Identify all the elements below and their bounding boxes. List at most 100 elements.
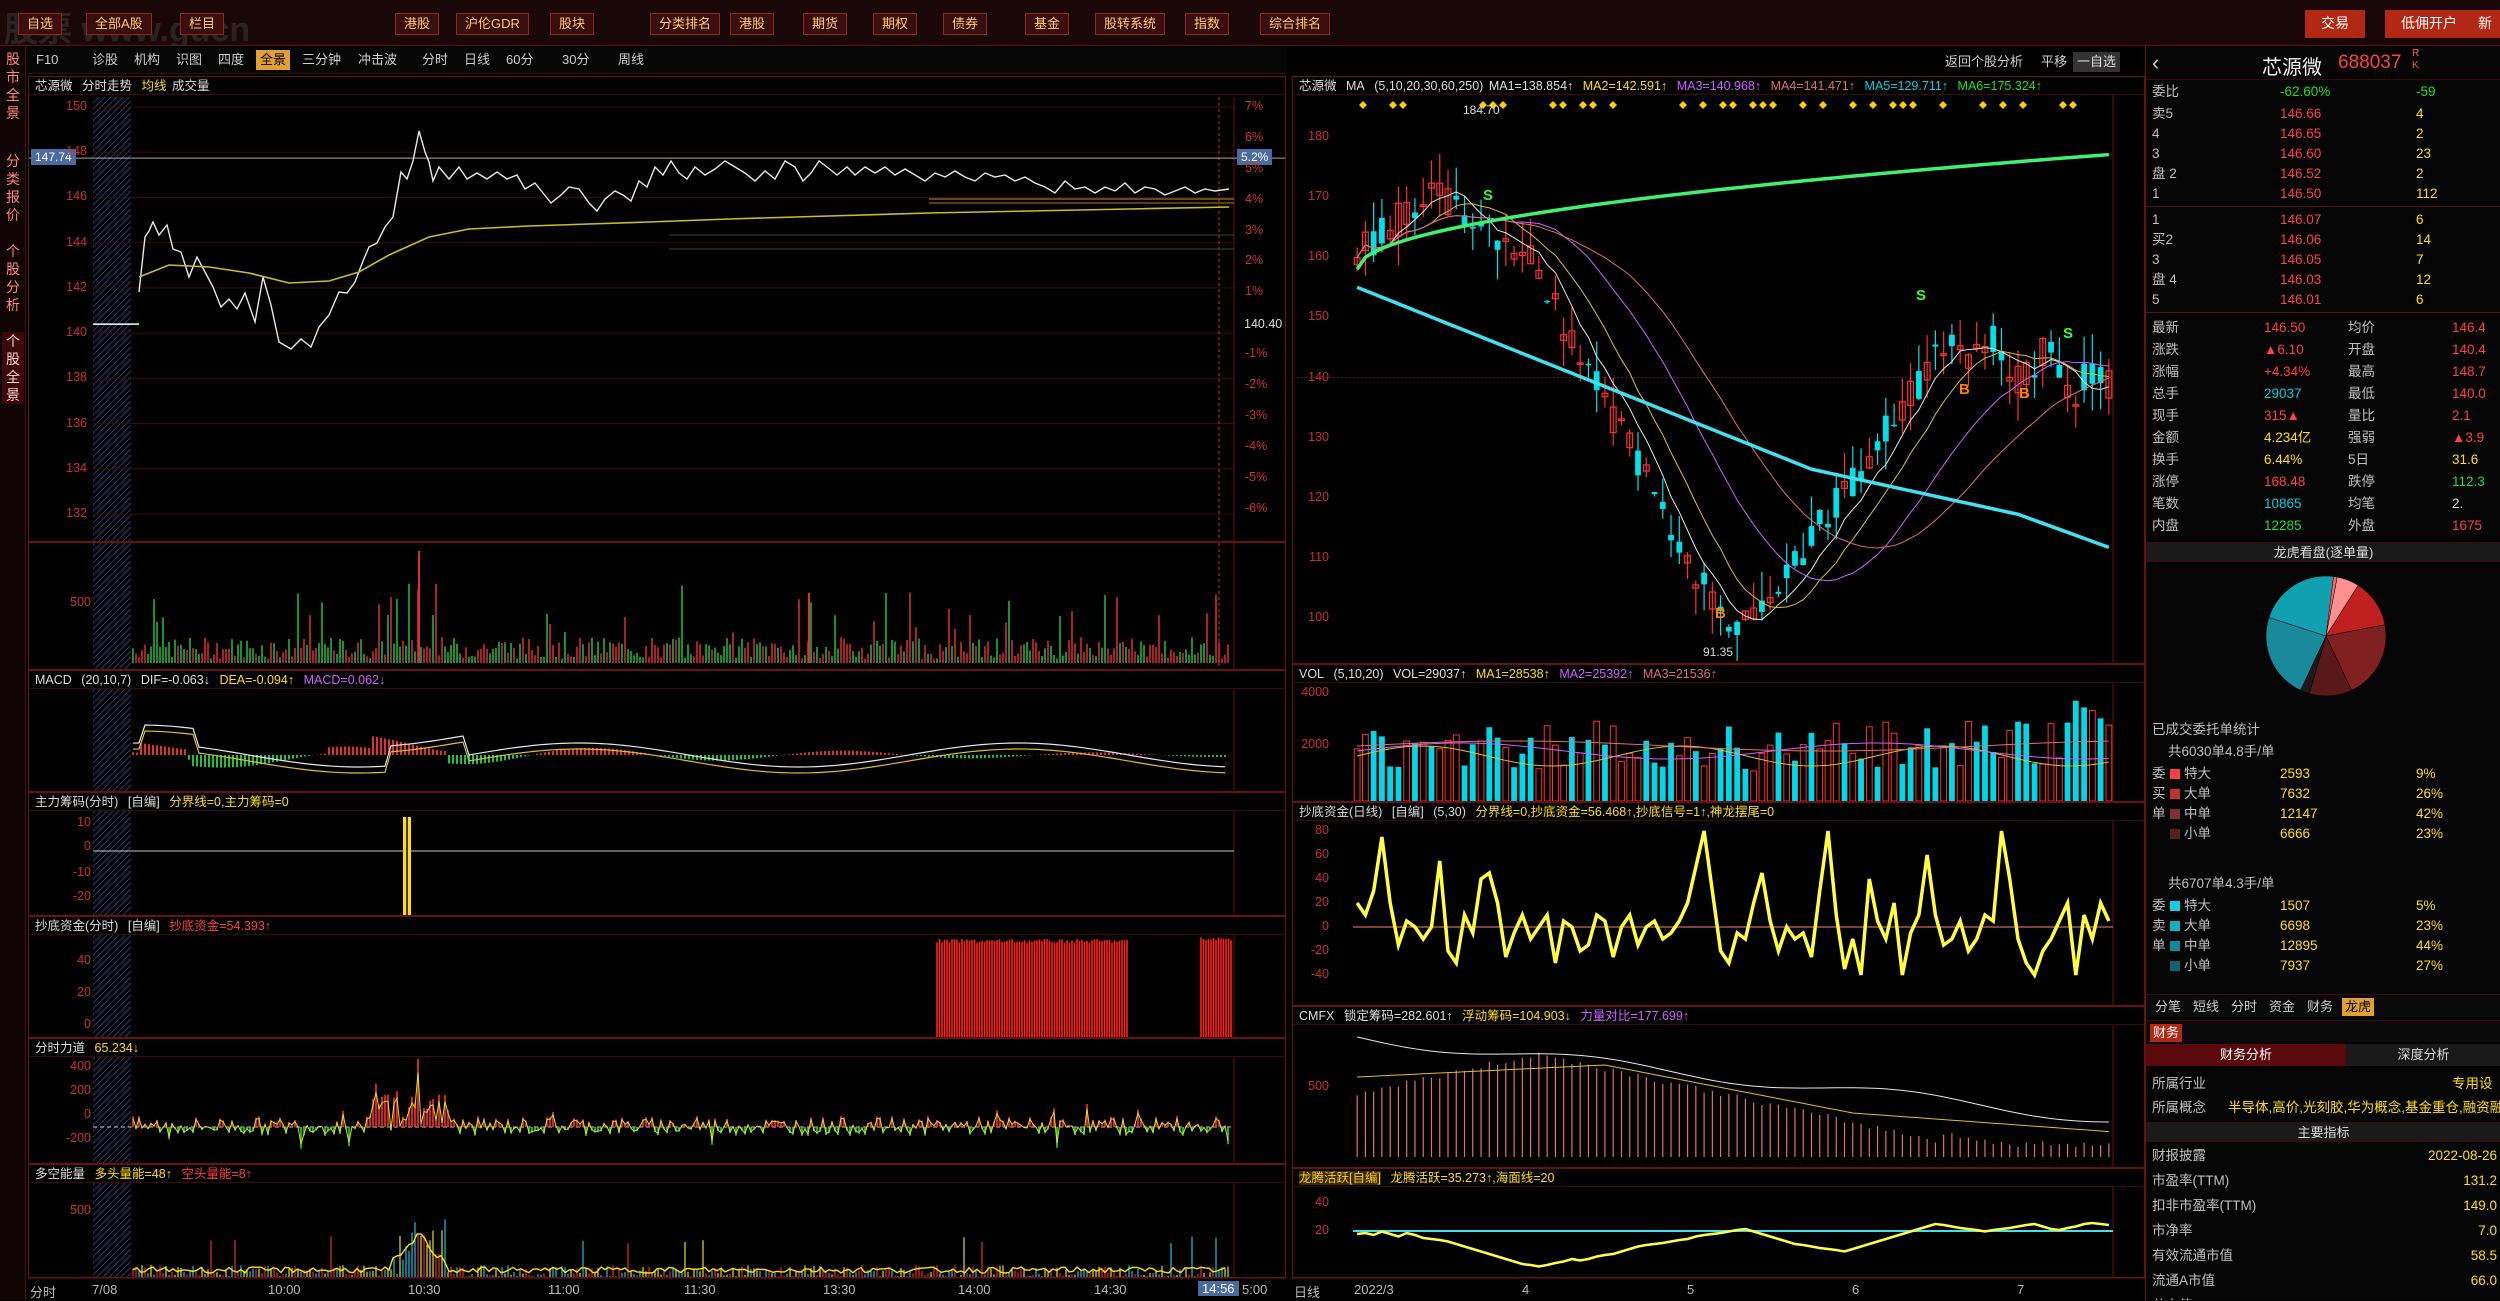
sell-level-row: 4 146.65 2 — [2152, 124, 2497, 144]
subbar-item[interactable]: F10 — [32, 50, 62, 70]
order-divider — [2146, 206, 2500, 207]
sell-level-label: 3 — [2152, 146, 2160, 161]
topbar-button[interactable]: 港股 — [730, 13, 775, 35]
subbar-item[interactable]: 全景 — [256, 50, 291, 70]
dknl-chart[interactable] — [29, 1165, 1286, 1278]
buy-mark: B — [1959, 381, 1970, 398]
subbar-item[interactable]: 30分 — [558, 50, 593, 70]
subbar-item[interactable]: 识图 — [172, 50, 206, 70]
pct-tick: -2% — [1245, 377, 1268, 392]
kline-mode-label[interactable]: 日线 — [1294, 1282, 1320, 1301]
kline-price-tick: 140 — [1308, 369, 1329, 384]
legend-swatch — [2170, 789, 2180, 799]
tab-stock-overview[interactable]: 个股全景 — [2, 332, 24, 404]
quote-tab[interactable]: 分笔 — [2152, 998, 2184, 1016]
order-stat-row: 委 特大 1507 5% — [2152, 896, 2497, 916]
left-tab-strip: 股市全景 分类报价 个股分析 个股全景 — [0, 46, 26, 1300]
order-count: 12147 — [2280, 806, 2318, 821]
back-icon[interactable]: ‹ — [2152, 50, 2159, 76]
buy-mark: B — [2019, 385, 2030, 402]
intraday-volume-chart[interactable] — [29, 543, 1286, 670]
subbar-item[interactable]: 分时 — [418, 50, 452, 70]
lths-tick: 20 — [1315, 1223, 1329, 1237]
fin-analysis-tab[interactable]: 财务分析 — [2146, 1044, 2346, 1066]
stat-row: 现手 315▲ 量比 2.1 — [2152, 406, 2497, 426]
subbar-item[interactable]: 诊股 — [88, 50, 122, 70]
dknl-panel: 多空能量 多头量能=48↑ 空头量能=8↑ 500 — [28, 1164, 1286, 1278]
tab-market-overview[interactable]: 股市全景 — [2, 50, 24, 122]
intraday-cdzj-chart[interactable] — [29, 917, 1286, 1038]
quote-title-bar: ‹ 芯源微 688037 R K — [2146, 46, 2500, 80]
topbar-button[interactable]: 期货 — [803, 13, 848, 35]
order-side-label: 买 — [2152, 786, 2166, 801]
topbar-button[interactable]: 股块 — [550, 13, 595, 35]
subbar-item[interactable]: 机构 — [130, 50, 164, 70]
kline-low-label: 91.35 — [1703, 645, 1734, 659]
order-side-label: 委 — [2152, 898, 2166, 913]
kcdzj-tick: 80 — [1315, 823, 1329, 837]
subbar-item[interactable]: 三分钟 — [298, 50, 345, 70]
extra-button[interactable]: 新 — [2470, 10, 2500, 38]
buy-level-row: 1 146.07 6 — [2152, 210, 2497, 230]
topbar-button[interactable]: 全部A股 — [86, 13, 152, 35]
price-tick: 138 — [66, 370, 87, 385]
watchlist-select[interactable]: 一自选 — [2073, 52, 2121, 72]
topbar-button[interactable]: 基金 — [1025, 13, 1070, 35]
kline-vol-panel: VOL (5,10,20) VOL=29037↑ MA1=28538↑ MA2=… — [1292, 664, 2145, 802]
topbar-button[interactable]: 分类排名 — [650, 13, 721, 35]
topbar-button[interactable]: 自选 — [18, 13, 63, 35]
macd-chart[interactable] — [29, 671, 1286, 792]
stat-value: 12285 — [2264, 518, 2302, 533]
deep-analysis-tab[interactable]: 深度分析 — [2346, 1044, 2500, 1066]
topbar-button[interactable]: 债券 — [943, 13, 988, 35]
topbar-button[interactable]: 股转系统 — [1095, 13, 1166, 35]
lths-chart[interactable] — [1293, 1169, 2145, 1278]
trade-button[interactable]: 交易 — [2305, 10, 2365, 38]
stat-value: 2. — [2452, 496, 2464, 511]
quote-tab[interactable]: 龙虎 — [2342, 998, 2375, 1016]
pan-button[interactable]: 平移 — [2037, 52, 2071, 72]
subbar-item[interactable]: 日线 — [460, 50, 494, 70]
stat-label: 外盘 — [2348, 518, 2375, 533]
zljm-chart[interactable] — [29, 793, 1286, 916]
topbar-button[interactable]: 期权 — [873, 13, 918, 35]
kline-cdzj-chart[interactable] — [1293, 803, 2145, 1006]
quote-tab[interactable]: 短线 — [2190, 998, 2222, 1016]
back-to-analysis-button[interactable]: 返回个股分析 — [1941, 52, 2027, 72]
subbar-item[interactable]: 冲击波 — [354, 50, 401, 70]
topbar-button[interactable]: 栏目 — [180, 13, 225, 35]
quote-tab[interactable]: 资金 — [2266, 998, 2298, 1016]
kline-vol-chart[interactable] — [1293, 665, 2145, 802]
intraday-mode-label[interactable]: 分时 — [30, 1282, 56, 1301]
tab-stock-analysis[interactable]: 个股分析 — [2, 242, 24, 314]
order-stat-row: 单 中单 12147 42% — [2152, 804, 2497, 824]
order-type: 中单 — [2184, 806, 2211, 821]
tab-category-quotes[interactable]: 分类报价 — [2, 152, 24, 224]
fsld-chart[interactable] — [29, 1039, 1286, 1164]
stat-label: 内盘 — [2152, 518, 2179, 533]
topbar-button[interactable]: 指数 — [1185, 13, 1230, 35]
topbar-button[interactable]: 综合排名 — [1260, 13, 1331, 35]
kcdzj-tick: -20 — [1310, 943, 1329, 957]
quote-tab[interactable]: 财务 — [2304, 998, 2336, 1016]
time-label: 10:30 — [408, 1282, 441, 1297]
open-account-button[interactable]: 低佣开户 — [2385, 10, 2473, 38]
topbar-button[interactable]: 港股 — [395, 13, 440, 35]
order-stat-row: 单 中单 12895 44% — [2152, 936, 2497, 956]
date-label: 5 — [1687, 1282, 1695, 1297]
fin-tab[interactable]: 财务 — [2150, 1024, 2183, 1042]
order-count: 12895 — [2280, 938, 2318, 953]
intraday-price-chart[interactable] — [29, 77, 1286, 542]
subbar-item[interactable]: 周线 — [614, 50, 648, 70]
cmfx-chart[interactable] — [1293, 1007, 2145, 1168]
subbar-item[interactable]: 60分 — [502, 50, 537, 70]
pct-tick: 2% — [1245, 253, 1264, 268]
topbar-button[interactable]: 沪伦GDR — [456, 13, 529, 35]
quote-tab[interactable]: 分时 — [2228, 998, 2260, 1016]
kline-chart[interactable] — [1293, 77, 2145, 664]
stat-label: 涨停 — [2152, 474, 2179, 489]
order-pct: 27% — [2416, 958, 2444, 973]
webi-diff: -59 — [2416, 84, 2436, 99]
time-label: 13:30 — [823, 1282, 856, 1297]
subbar-item[interactable]: 四度 — [214, 50, 248, 70]
